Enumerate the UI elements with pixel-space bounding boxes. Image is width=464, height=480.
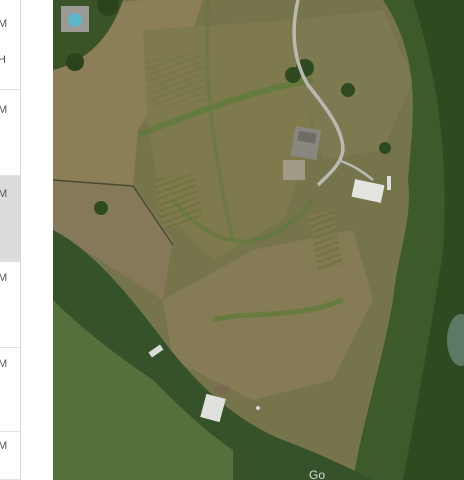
list-item[interactable]: M xyxy=(0,90,20,176)
satellite-imagery xyxy=(53,0,464,480)
shed xyxy=(387,176,391,190)
list-item[interactable]: M xyxy=(0,432,20,480)
garage xyxy=(283,160,305,180)
list-item-label: M xyxy=(0,272,7,284)
mowed-strip xyxy=(143,50,213,110)
list-item-label: M xyxy=(0,104,7,116)
pool xyxy=(68,13,82,27)
tree xyxy=(66,53,84,71)
outbuilding xyxy=(213,386,229,394)
list-item-selected[interactable]: M xyxy=(0,176,20,262)
list-item[interactable]: M xyxy=(0,348,20,432)
list-item-label: M xyxy=(0,440,7,452)
list-item-label: H xyxy=(0,54,6,66)
house xyxy=(290,125,322,161)
list-item-label: M xyxy=(0,18,7,30)
tree xyxy=(379,142,391,154)
tree xyxy=(94,201,108,215)
list-item[interactable]: M xyxy=(0,262,20,348)
map-watermark: Go xyxy=(309,468,326,480)
list-item[interactable]: M H xyxy=(0,0,20,90)
panel-gutter xyxy=(21,0,53,480)
list-item-label: M xyxy=(0,358,7,370)
side-list: M H M M M M M xyxy=(0,0,21,480)
marker xyxy=(256,406,260,410)
tree xyxy=(341,83,355,97)
satellite-map[interactable]: Go xyxy=(53,0,464,480)
list-item-label: M xyxy=(0,188,7,200)
